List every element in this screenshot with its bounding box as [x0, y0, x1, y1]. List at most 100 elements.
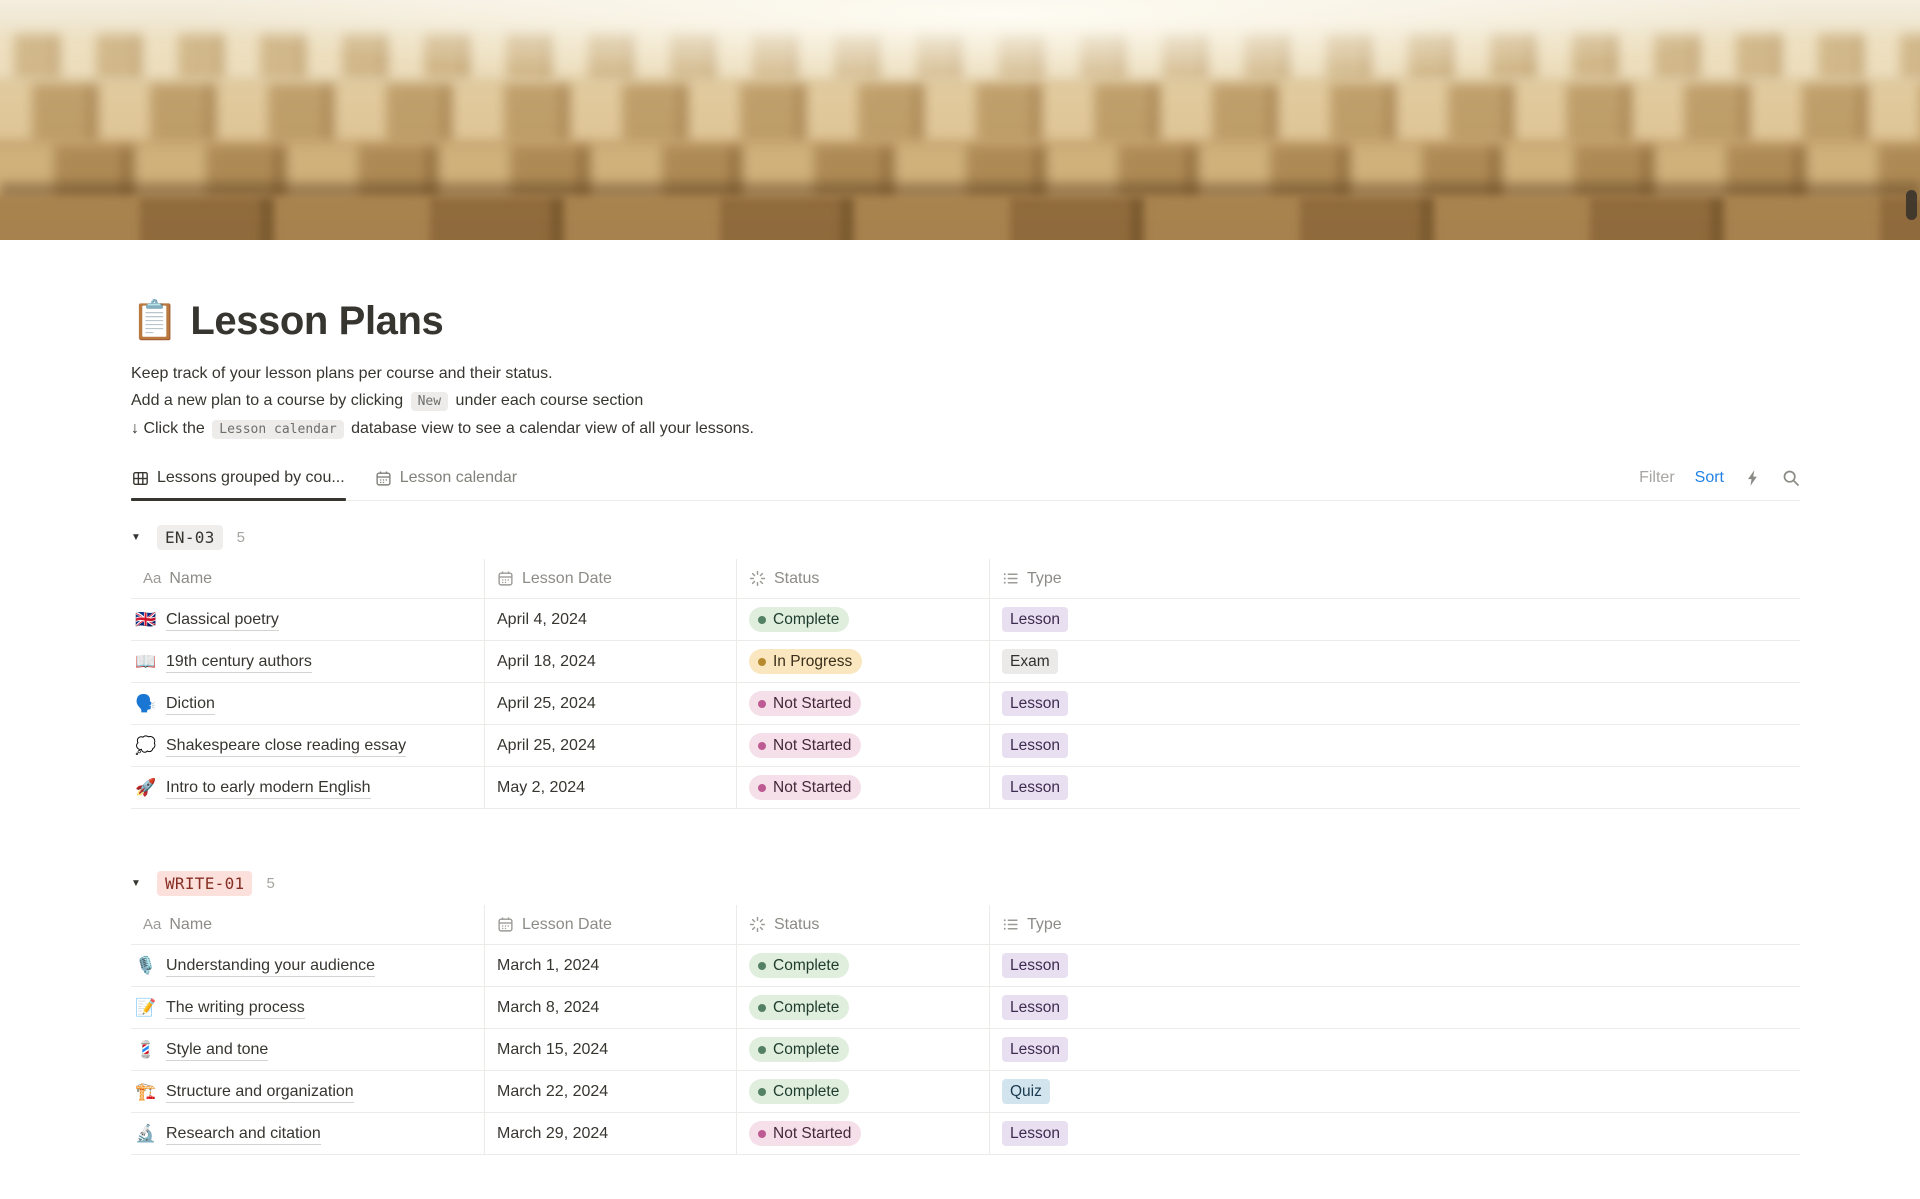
search-icon[interactable] [1782, 469, 1800, 487]
type-cell[interactable]: Lesson [990, 987, 1800, 1028]
type-badge: Lesson [1002, 733, 1068, 758]
row-emoji-icon: 📝 [135, 997, 157, 1017]
column-header-name[interactable]: Aa Name [131, 559, 485, 598]
column-header-status[interactable]: Status [737, 559, 990, 598]
date-cell[interactable]: March 8, 2024 [485, 987, 737, 1028]
status-cell[interactable]: Complete [737, 1071, 990, 1112]
table-row[interactable]: 🎙️ Understanding your audience March 1, … [131, 945, 1800, 987]
table-row[interactable]: 📝 The writing process March 8, 2024 Comp… [131, 987, 1800, 1029]
table-row[interactable]: 🔬 Research and citation March 29, 2024 N… [131, 1113, 1800, 1155]
column-header-type[interactable]: Type [990, 905, 1800, 944]
vertical-scrollbar[interactable] [1906, 190, 1917, 220]
status-label: Complete [773, 998, 840, 1016]
row-name-link[interactable]: Classical poetry [166, 609, 279, 631]
type-cell[interactable]: Lesson [990, 1113, 1800, 1154]
name-cell[interactable]: 🎙️ Understanding your audience [131, 945, 485, 986]
page-description: Keep track of your lesson plans per cour… [131, 360, 1800, 443]
sort-button[interactable]: Sort [1695, 469, 1724, 487]
collapse-toggle-icon[interactable]: ▼ [131, 878, 157, 889]
date-cell[interactable]: March 29, 2024 [485, 1113, 737, 1154]
status-cell[interactable]: In Progress [737, 641, 990, 682]
table-row[interactable]: 🗣️ Diction April 25, 2024 Not Started Le… [131, 683, 1800, 725]
table-row[interactable]: 💈 Style and tone March 15, 2024 Complete… [131, 1029, 1800, 1071]
table-row[interactable]: 🇬🇧 Classical poetry April 4, 2024 Comple… [131, 599, 1800, 641]
status-badge: Complete [749, 995, 850, 1020]
row-name-link[interactable]: Style and tone [166, 1039, 269, 1061]
type-cell[interactable]: Lesson [990, 767, 1800, 808]
name-cell[interactable]: 🏗️ Structure and organization [131, 1071, 485, 1112]
type-cell[interactable]: Lesson [990, 725, 1800, 766]
row-name-link[interactable]: Shakespeare close reading essay [166, 735, 407, 757]
row-name-link[interactable]: Understanding your audience [166, 955, 376, 977]
table-row[interactable]: 🏗️ Structure and organization March 22, … [131, 1071, 1800, 1113]
date-cell[interactable]: April 25, 2024 [485, 725, 737, 766]
date-cell[interactable]: April 25, 2024 [485, 683, 737, 724]
row-name-link[interactable]: Diction [166, 693, 215, 715]
status-cell[interactable]: Not Started [737, 683, 990, 724]
status-cell[interactable]: Not Started [737, 725, 990, 766]
status-label: Complete [773, 1082, 840, 1100]
date-cell[interactable]: March 15, 2024 [485, 1029, 737, 1070]
status-cell[interactable]: Complete [737, 945, 990, 986]
type-cell[interactable]: Lesson [990, 683, 1800, 724]
status-cell[interactable]: Not Started [737, 1113, 990, 1154]
group-badge[interactable]: WRITE-01 [157, 870, 253, 896]
date-cell[interactable]: April 4, 2024 [485, 599, 737, 640]
status-dot-icon [758, 961, 766, 970]
name-cell[interactable]: 🗣️ Diction [131, 683, 485, 724]
row-name-link[interactable]: 19th century authors [166, 651, 312, 673]
status-cell[interactable]: Complete [737, 987, 990, 1028]
row-name-link[interactable]: Research and citation [166, 1123, 321, 1145]
table-icon [132, 470, 149, 487]
group-badge[interactable]: EN-03 [157, 524, 223, 550]
column-header-name[interactable]: Aa Name [131, 905, 485, 944]
calendar-icon [375, 470, 392, 487]
bolt-icon[interactable] [1744, 469, 1762, 487]
row-name-link[interactable]: The writing process [166, 997, 305, 1019]
name-cell[interactable]: 📖 19th century authors [131, 641, 485, 682]
table-row[interactable]: 🚀 Intro to early modern English May 2, 2… [131, 767, 1800, 809]
table-row[interactable]: 📖 19th century authors April 18, 2024 In… [131, 641, 1800, 683]
name-cell[interactable]: 🔬 Research and citation [131, 1113, 485, 1154]
status-cell[interactable]: Not Started [737, 767, 990, 808]
tab-lesson-calendar[interactable]: Lesson calendar [374, 463, 518, 500]
name-cell[interactable]: 💈 Style and tone [131, 1029, 485, 1070]
tab-lessons-grouped-by-course[interactable]: Lessons grouped by cou... [131, 463, 346, 501]
type-cell[interactable]: Lesson [990, 599, 1800, 640]
row-name-link[interactable]: Intro to early modern English [166, 777, 371, 799]
row-emoji-icon: 💭 [135, 735, 157, 755]
type-cell[interactable]: Lesson [990, 945, 1800, 986]
table-body: 🇬🇧 Classical poetry April 4, 2024 Comple… [131, 599, 1800, 809]
name-cell[interactable]: 🚀 Intro to early modern English [131, 767, 485, 808]
date-cell[interactable]: April 18, 2024 [485, 641, 737, 682]
type-cell[interactable]: Exam [990, 641, 1800, 682]
column-header-lesson-date[interactable]: Lesson Date [485, 559, 737, 598]
type-cell[interactable]: Lesson [990, 1029, 1800, 1070]
date-cell[interactable]: May 2, 2024 [485, 767, 737, 808]
status-cell[interactable]: Complete [737, 599, 990, 640]
column-header-lesson-date[interactable]: Lesson Date [485, 905, 737, 944]
list-icon [1002, 570, 1019, 587]
filter-button[interactable]: Filter [1639, 469, 1675, 487]
tab-label: Lesson calendar [399, 469, 518, 486]
date-cell[interactable]: March 1, 2024 [485, 945, 737, 986]
row-emoji-icon: 🔬 [135, 1123, 157, 1143]
column-header-type[interactable]: Type [990, 559, 1800, 598]
status-label: Complete [773, 610, 840, 628]
status-cell[interactable]: Complete [737, 1029, 990, 1070]
row-emoji-icon: 🗣️ [135, 693, 157, 713]
groups: ▼ EN-03 5 Aa Name Lesson Date Status Type 🇬🇧… [131, 515, 1800, 1155]
column-header-status[interactable]: Status [737, 905, 990, 944]
name-cell[interactable]: 💭 Shakespeare close reading essay [131, 725, 485, 766]
column-header-label: Type [1027, 915, 1062, 933]
page-icon[interactable]: 📋 [131, 298, 178, 344]
type-cell[interactable]: Quiz [990, 1071, 1800, 1112]
name-cell[interactable]: 📝 The writing process [131, 987, 485, 1028]
status-label: Not Started [773, 778, 852, 796]
name-cell[interactable]: 🇬🇧 Classical poetry [131, 599, 485, 640]
collapse-toggle-icon[interactable]: ▼ [131, 532, 157, 543]
type-badge: Lesson [1002, 775, 1068, 800]
row-name-link[interactable]: Structure and organization [166, 1081, 354, 1103]
date-cell[interactable]: March 22, 2024 [485, 1071, 737, 1112]
table-row[interactable]: 💭 Shakespeare close reading essay April … [131, 725, 1800, 767]
